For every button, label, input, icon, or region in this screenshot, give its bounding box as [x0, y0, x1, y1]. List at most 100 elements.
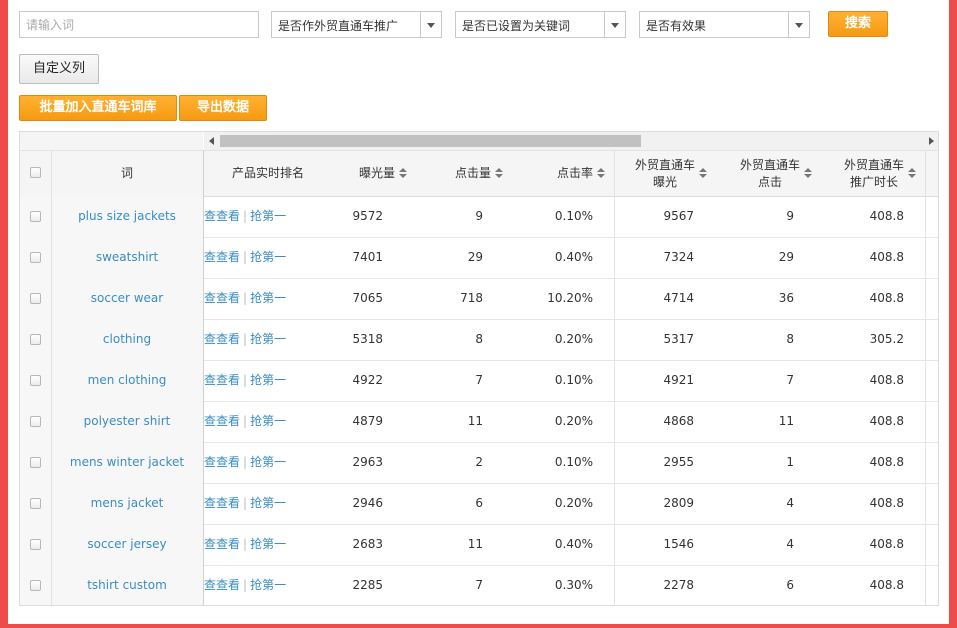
clicks-value: 7 [475, 578, 483, 592]
keyword-link[interactable]: tshirt custom [51, 565, 203, 605]
sort-icon[interactable] [908, 168, 916, 179]
clicks-value: 6 [475, 496, 483, 510]
row-checkbox[interactable] [30, 539, 41, 550]
sort-icon[interactable] [399, 168, 407, 179]
grab-first-link[interactable]: 抢第一 [250, 373, 286, 387]
scroll-left-icon[interactable] [204, 132, 220, 150]
p4p-promotion-select[interactable]: 是否作外贸直通车推广 [271, 11, 442, 38]
keyword-search-input[interactable] [19, 11, 259, 38]
row-checkbox[interactable] [30, 293, 41, 304]
row-checkbox[interactable] [30, 498, 41, 509]
row-checkbox[interactable] [30, 211, 41, 222]
view-link[interactable]: 查查看 [204, 578, 240, 592]
view-link[interactable]: 查查看 [204, 414, 240, 428]
grab-first-link[interactable]: 抢第一 [250, 291, 286, 305]
clicks-value: 11 [467, 537, 483, 551]
rank-actions: 查查看 | 抢第一 [204, 319, 333, 360]
search-button[interactable]: 搜索 [828, 11, 888, 37]
grab-first-link[interactable]: 抢第一 [250, 578, 286, 592]
row-checkbox[interactable] [30, 580, 41, 591]
view-link[interactable]: 查查看 [204, 332, 240, 346]
header-clicks[interactable]: 点击量 [433, 151, 503, 196]
view-link[interactable]: 查查看 [204, 537, 240, 551]
view-link[interactable]: 查查看 [204, 373, 240, 387]
table-row: polyester shirt 查查看 | 抢第一 4879 11 0.20% 4868 11 4… [20, 401, 938, 443]
col-divider [203, 150, 204, 605]
rank-actions: 查查看 | 抢第一 [204, 237, 333, 278]
grab-first-link[interactable]: 抢第一 [250, 332, 286, 346]
grab-first-link[interactable]: 抢第一 [250, 455, 286, 469]
keyword-link[interactable]: mens winter jacket [51, 442, 203, 483]
header-select-all [20, 151, 51, 196]
ctr-value: 0.40% [554, 250, 593, 264]
p4p-exposure-value: 4921 [663, 373, 694, 387]
view-link[interactable]: 查查看 [204, 496, 240, 510]
keyword-link[interactable]: men clothing [51, 360, 203, 401]
custom-columns-button[interactable]: 自定义列 [19, 54, 99, 84]
grab-first-link[interactable]: 抢第一 [250, 250, 286, 264]
select-all-checkbox[interactable] [30, 167, 41, 178]
grab-first-link[interactable]: 抢第一 [250, 537, 286, 551]
keyword-set-select-value: 是否已设置为关键词 [462, 19, 571, 33]
scroll-right-icon[interactable] [923, 132, 938, 150]
scroll-thumb[interactable] [220, 135, 641, 147]
chevron-down-icon [420, 12, 441, 37]
header-exposure[interactable]: 曝光量 [333, 151, 433, 196]
header-exposure-label: 曝光量 [358, 166, 395, 180]
header-p4p-duration[interactable]: 外贸直通车 推广时长 [835, 151, 925, 196]
exposure-value: 2946 [352, 496, 383, 510]
keyword-link[interactable]: plus size jackets [51, 196, 203, 237]
exposure-value: 4879 [352, 414, 383, 428]
export-button[interactable]: 导出数据 [179, 95, 267, 121]
sort-icon[interactable] [804, 168, 812, 179]
view-link[interactable]: 查查看 [204, 209, 240, 223]
clicks-value: 7 [475, 373, 483, 387]
row-checkbox[interactable] [30, 252, 41, 263]
keyword-link[interactable]: polyester shirt [51, 401, 203, 442]
chevron-down-icon [604, 12, 625, 37]
p4p-exposure-value: 4714 [663, 291, 694, 305]
p4p-exposure-value: 1546 [663, 537, 694, 551]
batch-add-button[interactable]: 批量加入直通车词库 [19, 95, 177, 121]
rank-actions: 查查看 | 抢第一 [204, 483, 333, 524]
clicks-value: 9 [475, 209, 483, 223]
p4p-duration-value: 408.8 [869, 373, 904, 387]
header-ctr[interactable]: 点击率 [503, 151, 605, 196]
effect-select[interactable]: 是否有效果 [639, 11, 810, 38]
row-checkbox[interactable] [30, 334, 41, 345]
header-p4p-exposure[interactable]: 外贸直通车 曝光 [626, 151, 716, 196]
rank-actions: 查查看 | 抢第一 [204, 442, 333, 483]
keyword-set-select[interactable]: 是否已设置为关键词 [455, 11, 626, 38]
grab-first-link[interactable]: 抢第一 [250, 414, 286, 428]
view-link[interactable]: 查查看 [204, 250, 240, 264]
exposure-value: 7401 [352, 250, 383, 264]
keyword-link[interactable]: sweatshirt [51, 237, 203, 278]
view-link[interactable]: 查查看 [204, 455, 240, 469]
keyword-link[interactable]: soccer jersey [51, 524, 203, 565]
header-p4p-clicks[interactable]: 外贸直通车 点击 [731, 151, 821, 196]
ctr-value: 0.20% [554, 332, 593, 346]
p4p-exposure-value: 2955 [663, 455, 694, 469]
keyword-link[interactable]: soccer wear [51, 278, 203, 319]
keyword-link[interactable]: clothing [51, 319, 203, 360]
keyword-link[interactable]: mens jacket [51, 483, 203, 524]
row-checkbox[interactable] [30, 416, 41, 427]
table-row: soccer jersey 查查看 | 抢第一 2683 11 0.40% 1546 4 408.… [20, 524, 938, 566]
p4p-clicks-value: 8 [786, 332, 794, 346]
grab-first-link[interactable]: 抢第一 [250, 209, 286, 223]
p4p-duration-value: 408.8 [869, 250, 904, 264]
view-link[interactable]: 查查看 [204, 291, 240, 305]
p4p-clicks-value: 1 [786, 455, 794, 469]
rank-actions: 查查看 | 抢第一 [204, 565, 333, 605]
action-separator: | [243, 250, 248, 264]
header-p4p-duration-label: 外贸直通车 推广时长 [843, 157, 904, 189]
row-checkbox[interactable] [30, 457, 41, 468]
horizontal-scrollbar[interactable] [204, 132, 938, 150]
window-frame-bottom [0, 624, 957, 628]
grab-first-link[interactable]: 抢第一 [250, 496, 286, 510]
sort-icon[interactable] [597, 168, 605, 179]
sort-icon[interactable] [495, 168, 503, 179]
sort-icon[interactable] [699, 168, 707, 179]
ctr-value: 0.10% [554, 209, 593, 223]
row-checkbox[interactable] [30, 375, 41, 386]
